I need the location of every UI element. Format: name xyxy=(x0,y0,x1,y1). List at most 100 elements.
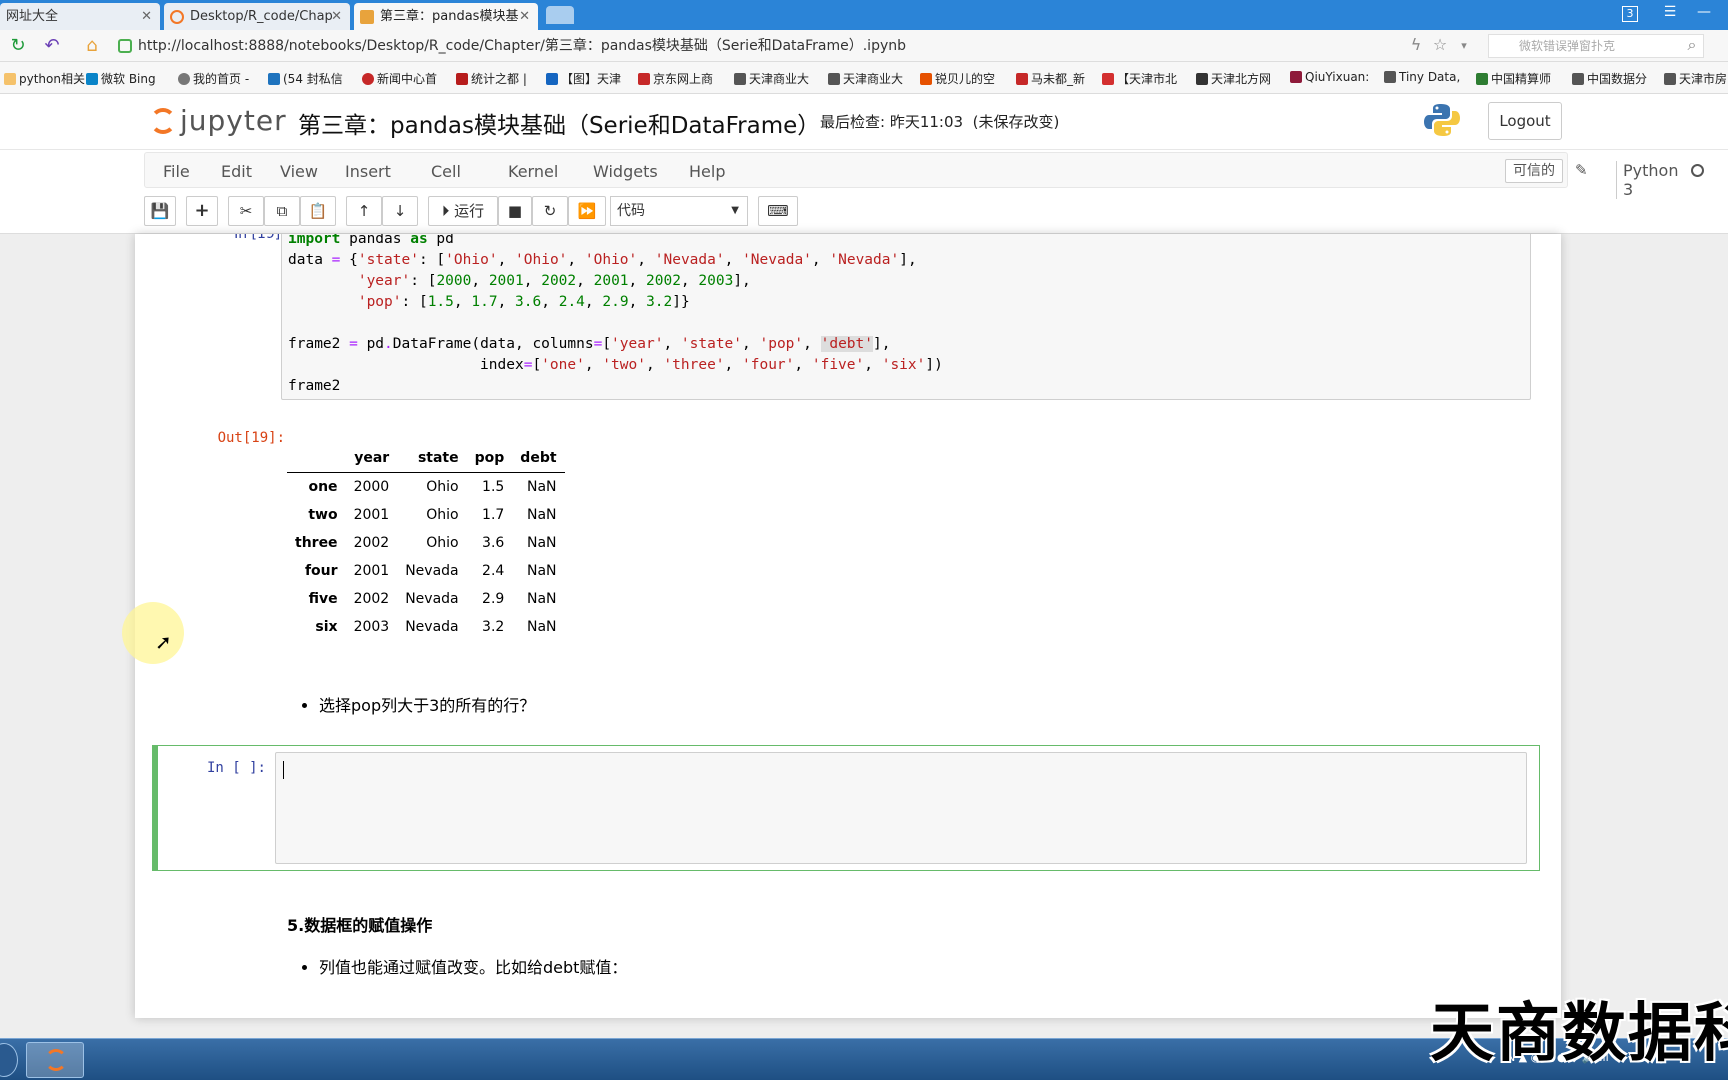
close-icon[interactable]: ✕ xyxy=(331,3,342,30)
cell: 3.6 xyxy=(482,535,505,551)
bookmark[interactable]: 天津商业大 xyxy=(828,70,903,87)
undo-icon[interactable]: ↶ xyxy=(40,35,64,56)
bookmark[interactable]: 新闻中心首 xyxy=(362,70,437,87)
bookmark[interactable]: 【图】天津 xyxy=(546,70,621,87)
close-icon[interactable]: ✕ xyxy=(141,3,152,30)
bookmark[interactable]: 天津市房 xyxy=(1664,70,1727,87)
cell: 1.5 xyxy=(482,479,505,495)
move-up-button[interactable]: ↑ xyxy=(346,196,382,226)
bookmark[interactable]: QiuYixuan: xyxy=(1290,70,1369,84)
bookmark[interactable]: python相关 xyxy=(4,70,85,87)
bookmark[interactable]: 天津北方网 xyxy=(1196,70,1271,87)
cell: NaN xyxy=(527,563,557,579)
move-down-button[interactable]: ↓ xyxy=(382,196,418,226)
tab-label: Desktop/R_code/Chap xyxy=(190,9,333,24)
home-icon[interactable]: ⌂ xyxy=(80,35,104,56)
menu-file[interactable]: File xyxy=(163,162,190,181)
save-button[interactable]: 💾 xyxy=(144,196,176,226)
star-icon[interactable]: ☆ xyxy=(1428,35,1452,54)
search-input[interactable]: 微软错误弹窗扑克 xyxy=(1488,34,1704,58)
bookmark[interactable]: Tiny Data, xyxy=(1384,70,1460,84)
menu-kernel[interactable]: Kernel xyxy=(508,162,558,181)
browser-tab[interactable]: Desktop/R_code/Chap ✕ xyxy=(164,3,350,30)
refresh-icon[interactable]: ↻ xyxy=(6,35,30,56)
bookmark[interactable]: 马未都_新 xyxy=(1016,70,1085,87)
menu-edit[interactable]: Edit xyxy=(221,162,252,181)
menu-insert[interactable]: Insert xyxy=(345,162,391,181)
url-field[interactable]: http://localhost:8888/notebooks/Desktop/… xyxy=(118,34,1398,58)
markdown-cell[interactable]: 列值也能通过赋值改变。比如给debt赋值： xyxy=(287,954,627,978)
browser-tab-bar: 网址大全 ✕ Desktop/R_code/Chap ✕ 第三章：pandas模… xyxy=(0,0,1728,30)
markdown-heading: 5.数据框的赋值操作 xyxy=(287,916,433,935)
menu-icon[interactable]: ☰ xyxy=(1656,4,1684,20)
paste-button[interactable]: 📋 xyxy=(300,196,336,226)
bookmark[interactable]: 天津商业大 xyxy=(734,70,809,87)
bookmark[interactable]: 中国数据分 xyxy=(1572,70,1647,87)
window-badge[interactable]: 3 xyxy=(1622,6,1638,22)
pencil-icon[interactable]: ✎ xyxy=(1575,161,1588,179)
column-header xyxy=(287,444,346,473)
copy-button[interactable]: ⧉ xyxy=(264,196,300,226)
bookmark[interactable]: 京东网上商 xyxy=(638,70,713,87)
chevron-down-icon[interactable]: ▾ xyxy=(1452,39,1476,52)
cell: Nevada xyxy=(405,591,459,607)
watermark: 天商数据科 xyxy=(1430,997,1728,1071)
browser-tab[interactable]: 网址大全 ✕ xyxy=(0,3,160,30)
row-index: two xyxy=(308,507,338,523)
menu-cell[interactable]: Cell xyxy=(431,162,461,181)
cell: Nevada xyxy=(405,563,459,579)
trusted-indicator[interactable]: 可信的 xyxy=(1505,159,1563,183)
bookmark[interactable]: (54 封私信 xyxy=(268,70,343,87)
stop-icon: ■ xyxy=(507,202,523,220)
menu-help[interactable]: Help xyxy=(689,162,725,181)
lightning-icon[interactable]: ϟ xyxy=(1404,35,1428,54)
jupyter-logo[interactable]: jupyter xyxy=(150,104,287,137)
row-index: three xyxy=(295,535,338,551)
bookmark[interactable]: 锐贝儿的空 xyxy=(920,70,995,87)
cell-type-select[interactable]: 代码 ▼ xyxy=(610,196,748,226)
interrupt-button[interactable]: ■ xyxy=(498,196,532,226)
run-button[interactable]: ⏵ 运行 xyxy=(428,196,498,226)
menu-widgets[interactable]: Widgets xyxy=(593,162,658,181)
taskbar-app-button[interactable] xyxy=(26,1042,84,1078)
restart-button[interactable]: ↻ xyxy=(532,196,568,226)
copy-icon: ⧉ xyxy=(276,202,288,220)
menu-view[interactable]: View xyxy=(280,162,318,181)
search-icon[interactable]: ⌕ xyxy=(1680,35,1704,55)
markdown-cell[interactable]: 选择pop列大于3的所有的行？ xyxy=(287,692,535,716)
mouse-pointer-icon: ➚ xyxy=(155,630,172,654)
code-cell-input[interactable]: import pandas as pd data = {'state': ['O… xyxy=(281,234,1531,400)
input-prompt: In [ ]: xyxy=(206,760,266,776)
menubar: File Edit View Insert Cell Kernel Widget… xyxy=(144,152,1704,199)
notebook-title[interactable]: 第三章：pandas模块基础（Serie和DataFrame） xyxy=(298,106,820,140)
paste-icon: 📋 xyxy=(308,202,328,220)
start-button[interactable] xyxy=(0,1043,18,1077)
column-header: debt xyxy=(512,444,565,473)
bookmark[interactable]: 【天津市北 xyxy=(1102,70,1177,87)
kernel-name[interactable]: Python 3 xyxy=(1616,161,1678,199)
cell: 2002 xyxy=(353,535,390,551)
plus-icon: + xyxy=(194,200,210,221)
new-tab-button[interactable] xyxy=(546,6,574,24)
column-header: year xyxy=(345,444,398,473)
cell: 2003 xyxy=(353,619,390,635)
minimize-icon[interactable]: — xyxy=(1690,4,1718,20)
cell: NaN xyxy=(527,479,557,495)
command-palette-button[interactable]: ⌨ xyxy=(758,196,798,226)
chevron-down-icon: ▼ xyxy=(731,205,739,216)
bookmark[interactable]: 微软 Bing xyxy=(86,70,156,87)
restart-run-all-button[interactable]: ⏩ xyxy=(568,196,606,226)
bookmark[interactable]: 我的首页 - xyxy=(178,70,249,87)
code-cell-editor[interactable] xyxy=(275,752,1527,864)
selected-code-cell[interactable]: In [ ]: xyxy=(152,745,1540,871)
cut-button[interactable]: ✂ xyxy=(228,196,264,226)
close-icon[interactable]: ✕ xyxy=(519,3,530,30)
browser-tab-active[interactable]: 第三章：pandas模块基 ✕ xyxy=(354,3,538,30)
cell: Ohio xyxy=(426,507,459,523)
cell: 3.2 xyxy=(482,619,505,635)
jupyter-logo-icon xyxy=(150,108,176,134)
logout-button[interactable]: Logout xyxy=(1488,102,1562,140)
insert-cell-button[interactable]: + xyxy=(186,196,218,226)
bookmark[interactable]: 统计之都 | xyxy=(456,70,527,87)
bookmark[interactable]: 中国精算师 xyxy=(1476,70,1551,87)
